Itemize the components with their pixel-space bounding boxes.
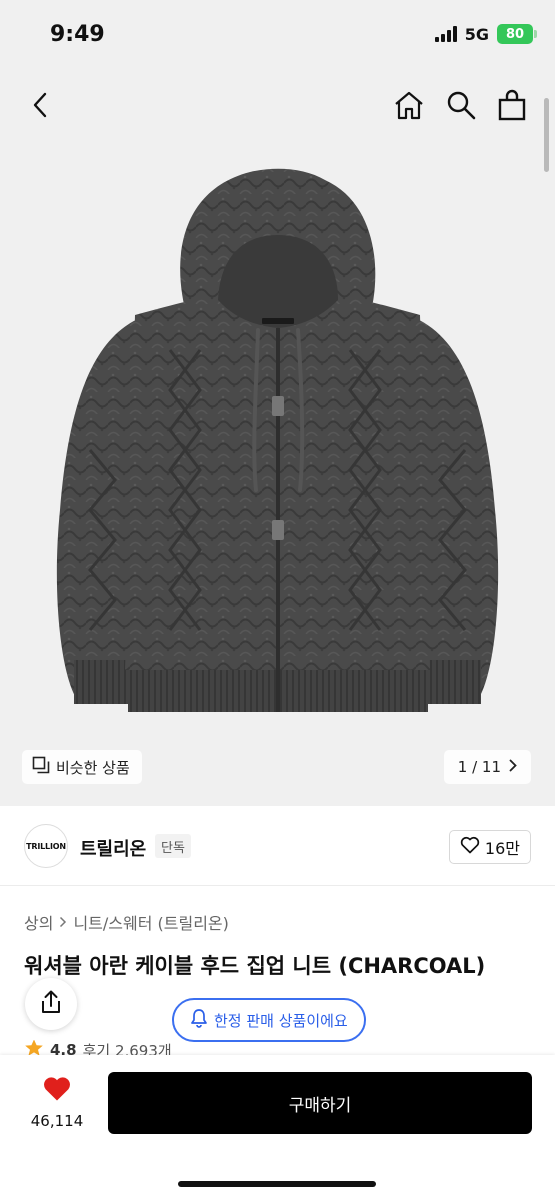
similar-icon [32, 756, 50, 778]
brand-like-button[interactable]: 16만 [448, 830, 531, 864]
scroll-indicator[interactable] [544, 98, 549, 172]
image-counter-button[interactable]: 1 / 11 [443, 750, 531, 784]
search-icon[interactable] [444, 88, 478, 122]
chevron-right-icon [59, 913, 67, 932]
bell-icon [190, 1008, 208, 1032]
limited-sale-label: 한정 판매 상품이에요 [214, 1011, 348, 1030]
share-icon [39, 989, 63, 1019]
status-bar: 9:49 5G 80 [0, 0, 555, 72]
bottom-action-bar: 46,114 구매하기 [0, 1055, 555, 1200]
similar-products-button[interactable]: 비슷한 상품 [22, 750, 142, 784]
brand-row: TRILLION 트릴리온 단독 16만 [0, 806, 555, 886]
brand-name[interactable]: 트릴리온 [80, 835, 146, 861]
network-type: 5G [464, 24, 489, 44]
status-time: 9:49 [50, 22, 105, 47]
brand-like-count: 16만 [484, 839, 520, 858]
bag-icon[interactable] [495, 88, 529, 122]
battery-level: 80 [505, 26, 525, 42]
back-icon[interactable] [24, 88, 58, 122]
chevron-right-icon [509, 758, 517, 776]
status-indicators: 5G 80 [434, 24, 537, 44]
home-indicator [178, 1181, 376, 1187]
home-icon[interactable] [392, 88, 426, 122]
share-button[interactable] [25, 978, 77, 1030]
breadcrumb-item[interactable]: 상의 [24, 910, 53, 934]
image-counter: 1 / 11 [457, 758, 501, 776]
product-gallery: 9:49 5G 80 비슷한 상품 1 / 11 [0, 0, 555, 806]
breadcrumb-item[interactable]: 니트/스웨터 (트릴리온) [73, 910, 228, 934]
top-nav [0, 80, 555, 130]
heart-outline-icon [460, 836, 480, 858]
exclusive-badge: 단독 [155, 834, 191, 858]
product-image[interactable] [20, 150, 535, 750]
brand-logo[interactable]: TRILLION [24, 824, 68, 868]
battery-icon: 80 [497, 24, 537, 44]
wishlist-count: 46,114 [30, 1112, 84, 1130]
brand-logo-text: TRILLION [26, 841, 66, 851]
limited-sale-notice[interactable]: 한정 판매 상품이에요 [172, 998, 366, 1042]
heart-filled-icon [42, 1075, 72, 1106]
signal-icon [434, 26, 457, 42]
product-title: 워셔블 아란 케이블 후드 집업 니트 (CHARCOAL) [24, 954, 486, 978]
breadcrumb: 상의 니트/스웨터 (트릴리온) [24, 910, 229, 934]
wishlist-button[interactable]: 46,114 [26, 1075, 88, 1130]
buy-button[interactable]: 구매하기 [108, 1072, 532, 1134]
similar-products-label: 비슷한 상품 [56, 758, 130, 777]
